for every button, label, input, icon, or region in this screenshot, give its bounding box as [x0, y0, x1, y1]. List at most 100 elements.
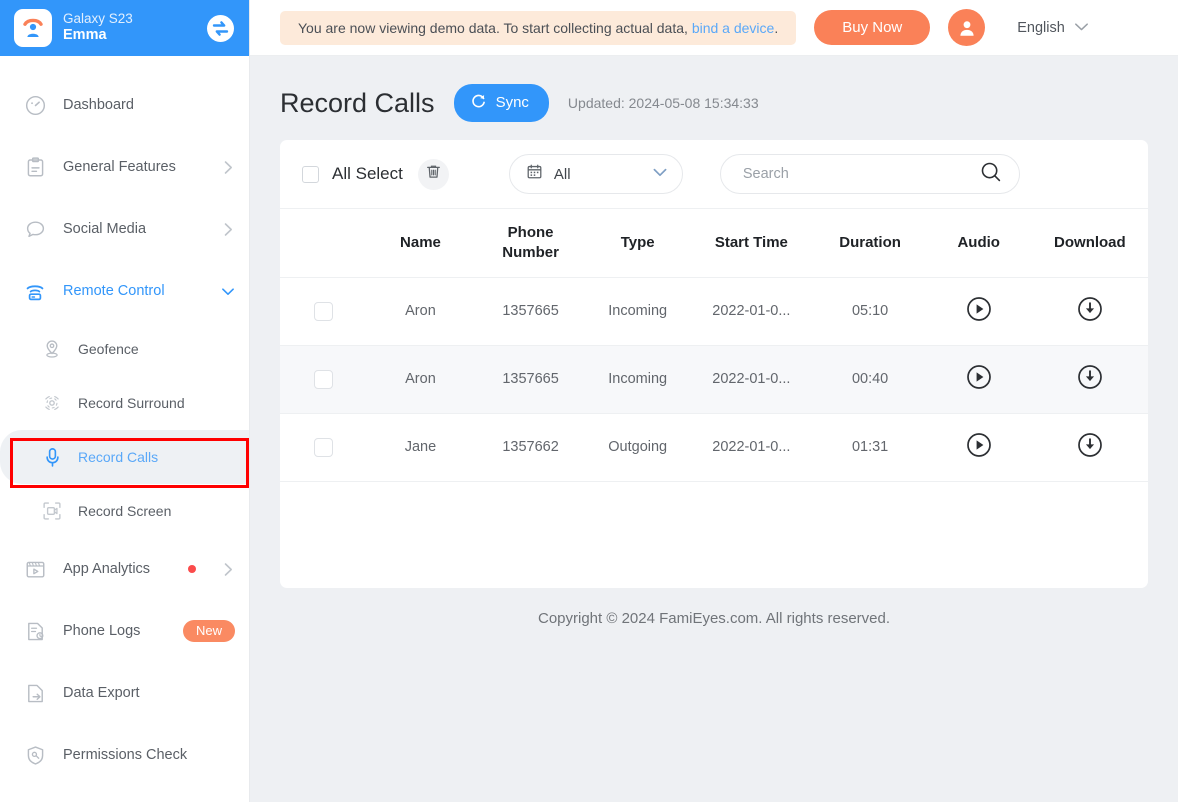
cell-phone: 1357665 — [474, 345, 588, 414]
cell-name: Aron — [366, 345, 474, 414]
sidebar-item-general-features[interactable]: General Features — [0, 136, 249, 198]
play-circle-icon[interactable] — [966, 432, 992, 458]
cell-start-time: 2022-01-0... — [688, 277, 815, 346]
header-phone-number: Phone Number — [474, 209, 587, 278]
bind-device-link[interactable]: bind a device — [692, 20, 775, 36]
play-circle-icon[interactable] — [966, 296, 992, 322]
record-calls-table: Name Phone Number Type Start Time Durati… — [280, 208, 1148, 482]
row-checkbox-cell[interactable] — [280, 413, 367, 482]
device-meta: Galaxy S23 Emma — [63, 11, 194, 44]
sidebar-item-label: Remote Control — [63, 283, 165, 299]
header-start-time: Start Time — [714, 233, 788, 251]
cell-audio[interactable] — [925, 277, 1032, 346]
chevron-down-icon — [1074, 19, 1089, 37]
table-body: Aron 1357665 Incoming 2022-01-0... 05:10 — [280, 277, 1148, 482]
record-calls-card: All Select All Search Name Phone Number … — [280, 140, 1148, 588]
cell-download[interactable] — [1031, 277, 1148, 346]
sidebar-item-label: Data Export — [63, 685, 140, 701]
cell-audio[interactable] — [925, 345, 1032, 414]
table-row[interactable]: Aron 1357665 Incoming 2022-01-0... 05:10 — [280, 277, 1148, 346]
sidebar-item-phone-logs[interactable]: Phone Logs New — [0, 600, 249, 662]
sidebar-item-record-screen[interactable]: Record Screen — [0, 484, 249, 538]
table-row[interactable]: Jane 1357662 Outgoing 2022-01-0... 01:31 — [280, 413, 1148, 482]
chevron-right-icon — [221, 160, 235, 175]
date-filter-value: All — [553, 165, 571, 183]
cell-name: Aron — [366, 277, 474, 346]
notification-dot — [188, 565, 196, 573]
sidebar-item-label: Phone Logs — [63, 623, 141, 639]
cell-audio[interactable] — [925, 413, 1032, 482]
sidebar-item-social-media[interactable]: Social Media — [0, 198, 249, 260]
sidebar-item-remote-control[interactable]: Remote Control — [0, 260, 249, 322]
sidebar-item-dashboard[interactable]: Dashboard — [0, 74, 249, 136]
row-checkbox-cell[interactable] — [280, 277, 367, 346]
header-phone-line2: Number — [502, 243, 559, 261]
dashboard-gauge-icon — [22, 92, 48, 118]
delete-selected-button[interactable] — [417, 158, 449, 190]
row-checkbox[interactable] — [313, 369, 333, 389]
download-circle-icon[interactable] — [1077, 364, 1103, 390]
header-type: Type — [620, 233, 655, 251]
sidebar-item-geofence[interactable]: Geofence — [0, 322, 249, 376]
header-phone-line1: Phone — [507, 224, 554, 241]
sidebar-item-label: General Features — [63, 159, 176, 175]
sidebar-item-data-export[interactable]: Data Export — [0, 662, 249, 724]
content-area: Record Calls Sync Updated: 2024-05-08 15… — [250, 56, 1178, 802]
chevron-down-icon — [652, 165, 668, 183]
chevron-right-icon — [221, 562, 235, 577]
all-select-control[interactable]: All Select — [302, 164, 403, 184]
search-box[interactable] — [719, 154, 1020, 194]
microphone-icon — [40, 445, 64, 469]
sidebar-item-record-surround[interactable]: Record Surround — [0, 376, 249, 430]
app-analytics-icon — [22, 556, 48, 582]
search-icon[interactable] — [979, 160, 1003, 189]
main-area: You are now viewing demo data. To start … — [250, 0, 1178, 802]
sidebar-item-record-calls[interactable]: Record Calls — [0, 430, 249, 484]
sidebar-nav: Dashboard General Features Social Media — [0, 56, 249, 786]
cell-type: Incoming — [587, 345, 689, 414]
row-checkbox[interactable] — [313, 301, 333, 321]
date-filter-select[interactable]: All — [508, 154, 683, 194]
sidebar-item-app-analytics[interactable]: App Analytics — [0, 538, 249, 600]
location-pin-icon — [40, 337, 64, 361]
language-label: English — [1017, 19, 1065, 36]
status-badge-new: New — [182, 620, 235, 642]
sync-label: Sync — [495, 94, 529, 111]
all-select-checkbox[interactable] — [302, 165, 319, 183]
refresh-icon — [470, 92, 487, 113]
row-checkbox-cell[interactable] — [280, 345, 367, 414]
chat-bubble-icon — [22, 216, 48, 242]
download-circle-icon[interactable] — [1077, 296, 1103, 322]
row-checkbox[interactable] — [313, 437, 333, 457]
search-input[interactable] — [740, 165, 971, 183]
cell-name: Jane — [366, 413, 474, 482]
footer-copyright: Copyright © 2024 FamiEyes.com. All right… — [537, 610, 891, 627]
download-circle-icon[interactable] — [1077, 432, 1103, 458]
surround-audio-icon — [40, 391, 64, 415]
famieyes-logo-icon — [14, 9, 52, 47]
table-header-row: Name Phone Number Type Start Time Durati… — [280, 208, 1148, 278]
calendar-icon — [526, 163, 543, 185]
sidebar-item-permissions-check[interactable]: Permissions Check — [0, 724, 249, 786]
cell-type: Incoming — [587, 277, 689, 346]
cell-start-time: 2022-01-0... — [688, 345, 815, 414]
data-export-icon — [22, 680, 48, 706]
table-toolbar: All Select All Search — [280, 140, 1148, 208]
language-selector[interactable]: English — [1017, 19, 1089, 37]
table-row[interactable]: Aron 1357665 Incoming 2022-01-0... 00:40 — [280, 345, 1148, 414]
header-checkbox — [280, 209, 367, 278]
sidebar: Galaxy S23 Emma Dashboard General Featur… — [0, 0, 250, 802]
cell-download[interactable] — [1031, 413, 1148, 482]
play-circle-icon[interactable] — [966, 364, 992, 390]
user-avatar-icon[interactable] — [948, 9, 986, 46]
cell-download[interactable] — [1031, 345, 1148, 414]
cell-duration: 05:10 — [814, 277, 926, 346]
header-duration: Duration — [839, 233, 901, 251]
screen-record-icon — [40, 499, 64, 523]
sidebar-item-label: Record Calls — [78, 449, 159, 465]
buy-now-button[interactable]: Buy Now — [814, 10, 931, 45]
device-header[interactable]: Galaxy S23 Emma — [0, 0, 249, 56]
sync-button[interactable]: Sync — [453, 84, 549, 122]
cell-phone: 1357662 — [474, 413, 588, 482]
swap-device-icon[interactable] — [205, 13, 235, 43]
